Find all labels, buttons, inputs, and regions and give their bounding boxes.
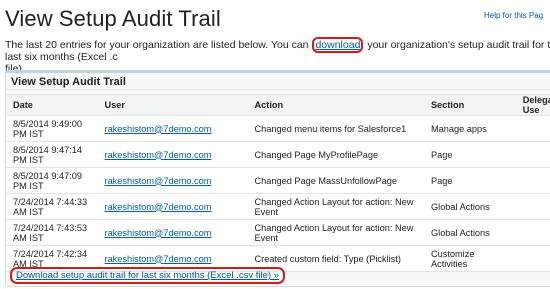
table-row: 8/5/2014 9:47:14 PM IST rakeshistom@7dem… — [7, 141, 550, 168]
cell-delegate-user — [516, 141, 550, 168]
table-row: 8/5/2014 9:49:00 PM IST rakeshistom@7dem… — [7, 115, 550, 142]
cell-user: rakeshistom@7demo.com — [98, 141, 249, 168]
cell-delegate-user — [516, 219, 550, 246]
setup-audit-trail-page: View Setup Audit Trail Help for this Pag… — [0, 0, 550, 289]
cell-delegate-user — [516, 115, 550, 142]
cell-section: Page — [425, 141, 517, 168]
column-header-user: User — [98, 94, 249, 116]
cell-section: Manage apps — [425, 115, 517, 142]
user-link[interactable]: rakeshistom@7demo.com — [105, 124, 212, 134]
user-link[interactable]: rakeshistom@7demo.com — [105, 202, 212, 212]
cell-date: 8/5/2014 9:47:09 PM IST — [7, 167, 99, 194]
cell-action: Changed Page MyProfilePage — [248, 141, 425, 168]
audit-trail-panel: View Setup Audit Trail Date User Action … — [5, 70, 550, 287]
column-header-date: Date — [7, 94, 99, 116]
cell-section: Global Actions — [425, 193, 517, 220]
help-link[interactable]: Help for this Pag — [484, 11, 543, 20]
cell-date: 7/24/2014 7:44:33 AM IST — [7, 193, 99, 220]
cell-date: 8/5/2014 9:49:00 PM IST — [7, 115, 99, 142]
user-link[interactable]: rakeshistom@7demo.com — [105, 228, 212, 238]
download-audit-trail-link[interactable]: Download setup audit trail for last six … — [10, 267, 285, 284]
cell-date: 8/5/2014 9:47:14 PM IST — [7, 141, 99, 168]
cell-delegate-user — [516, 245, 550, 272]
cell-section: Global Actions — [425, 219, 517, 246]
page-title: View Setup Audit Trail — [5, 6, 221, 31]
panel-divider — [6, 89, 550, 90]
table-row: 7/24/2014 7:43:53 AM IST rakeshistom@7de… — [7, 219, 550, 246]
cell-section: Customize Activities — [425, 245, 517, 272]
cell-date: 7/24/2014 7:43:53 AM IST — [7, 219, 99, 246]
cell-section: Page — [425, 167, 517, 194]
download-inline-link[interactable]: download — [312, 37, 364, 53]
audit-trail-table: Date User Action Section Delegate Use 8/… — [7, 94, 550, 272]
table-row: 7/24/2014 7:44:33 AM IST rakeshistom@7de… — [7, 193, 550, 220]
column-header-action: Action — [248, 94, 425, 116]
column-header-delegate-user: Delegate Use — [516, 94, 550, 116]
cell-user: rakeshistom@7demo.com — [98, 115, 249, 142]
cell-action: Changed Action Layout for action: New Ev… — [248, 219, 425, 246]
intro-text-before: The last 20 entries for your organizatio… — [5, 39, 312, 51]
cell-action: Changed Page MassUnfollowPage — [248, 167, 425, 194]
cell-action: Changed Action Layout for action: New Ev… — [248, 193, 425, 220]
cell-user: rakeshistom@7demo.com — [98, 219, 249, 246]
column-header-section: Section — [425, 94, 517, 116]
user-link[interactable]: rakeshistom@7demo.com — [105, 150, 212, 160]
cell-user: rakeshistom@7demo.com — [98, 193, 249, 220]
cell-user: rakeshistom@7demo.com — [98, 167, 249, 194]
table-header-row: Date User Action Section Delegate Use — [7, 94, 550, 116]
cell-delegate-user — [516, 167, 550, 194]
table-row: 8/5/2014 9:47:09 PM IST rakeshistom@7dem… — [7, 167, 550, 194]
cell-action: Changed menu items for Salesforce1 — [248, 115, 425, 142]
cell-delegate-user — [516, 193, 550, 220]
user-link[interactable]: rakeshistom@7demo.com — [105, 254, 212, 264]
panel-title: View Setup Audit Trail — [11, 76, 126, 88]
user-link[interactable]: rakeshistom@7demo.com — [105, 176, 212, 186]
